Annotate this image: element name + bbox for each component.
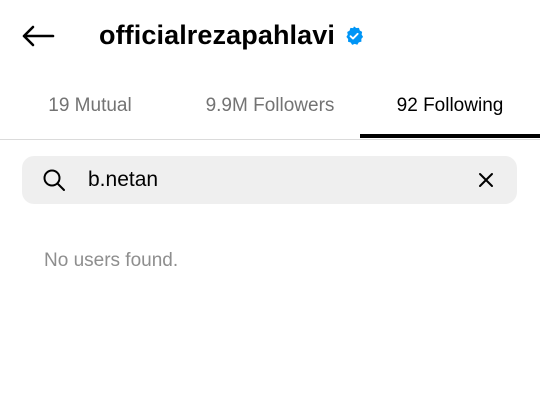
- empty-results-message: No users found.: [44, 250, 179, 271]
- clear-search-button[interactable]: [472, 166, 500, 194]
- tab-bar: 19 Mutual 9.9M Followers 92 Following: [0, 72, 540, 140]
- search-box: [22, 156, 517, 204]
- back-button[interactable]: [18, 18, 58, 54]
- search-icon: [43, 169, 65, 191]
- close-icon: [479, 173, 493, 187]
- title-group: officialrezapahlavi: [99, 14, 365, 56]
- arrow-left-icon: [22, 25, 55, 47]
- active-tab-indicator: [360, 134, 540, 138]
- page-title: officialrezapahlavi: [99, 19, 335, 50]
- header-bar: officialrezapahlavi: [0, 0, 540, 72]
- search-input[interactable]: [88, 156, 458, 204]
- tab-followers[interactable]: 9.9M Followers: [180, 72, 360, 139]
- tab-mutual[interactable]: 19 Mutual: [0, 72, 180, 139]
- verified-badge-icon: [346, 26, 364, 45]
- tab-following[interactable]: 92 Following: [360, 72, 540, 139]
